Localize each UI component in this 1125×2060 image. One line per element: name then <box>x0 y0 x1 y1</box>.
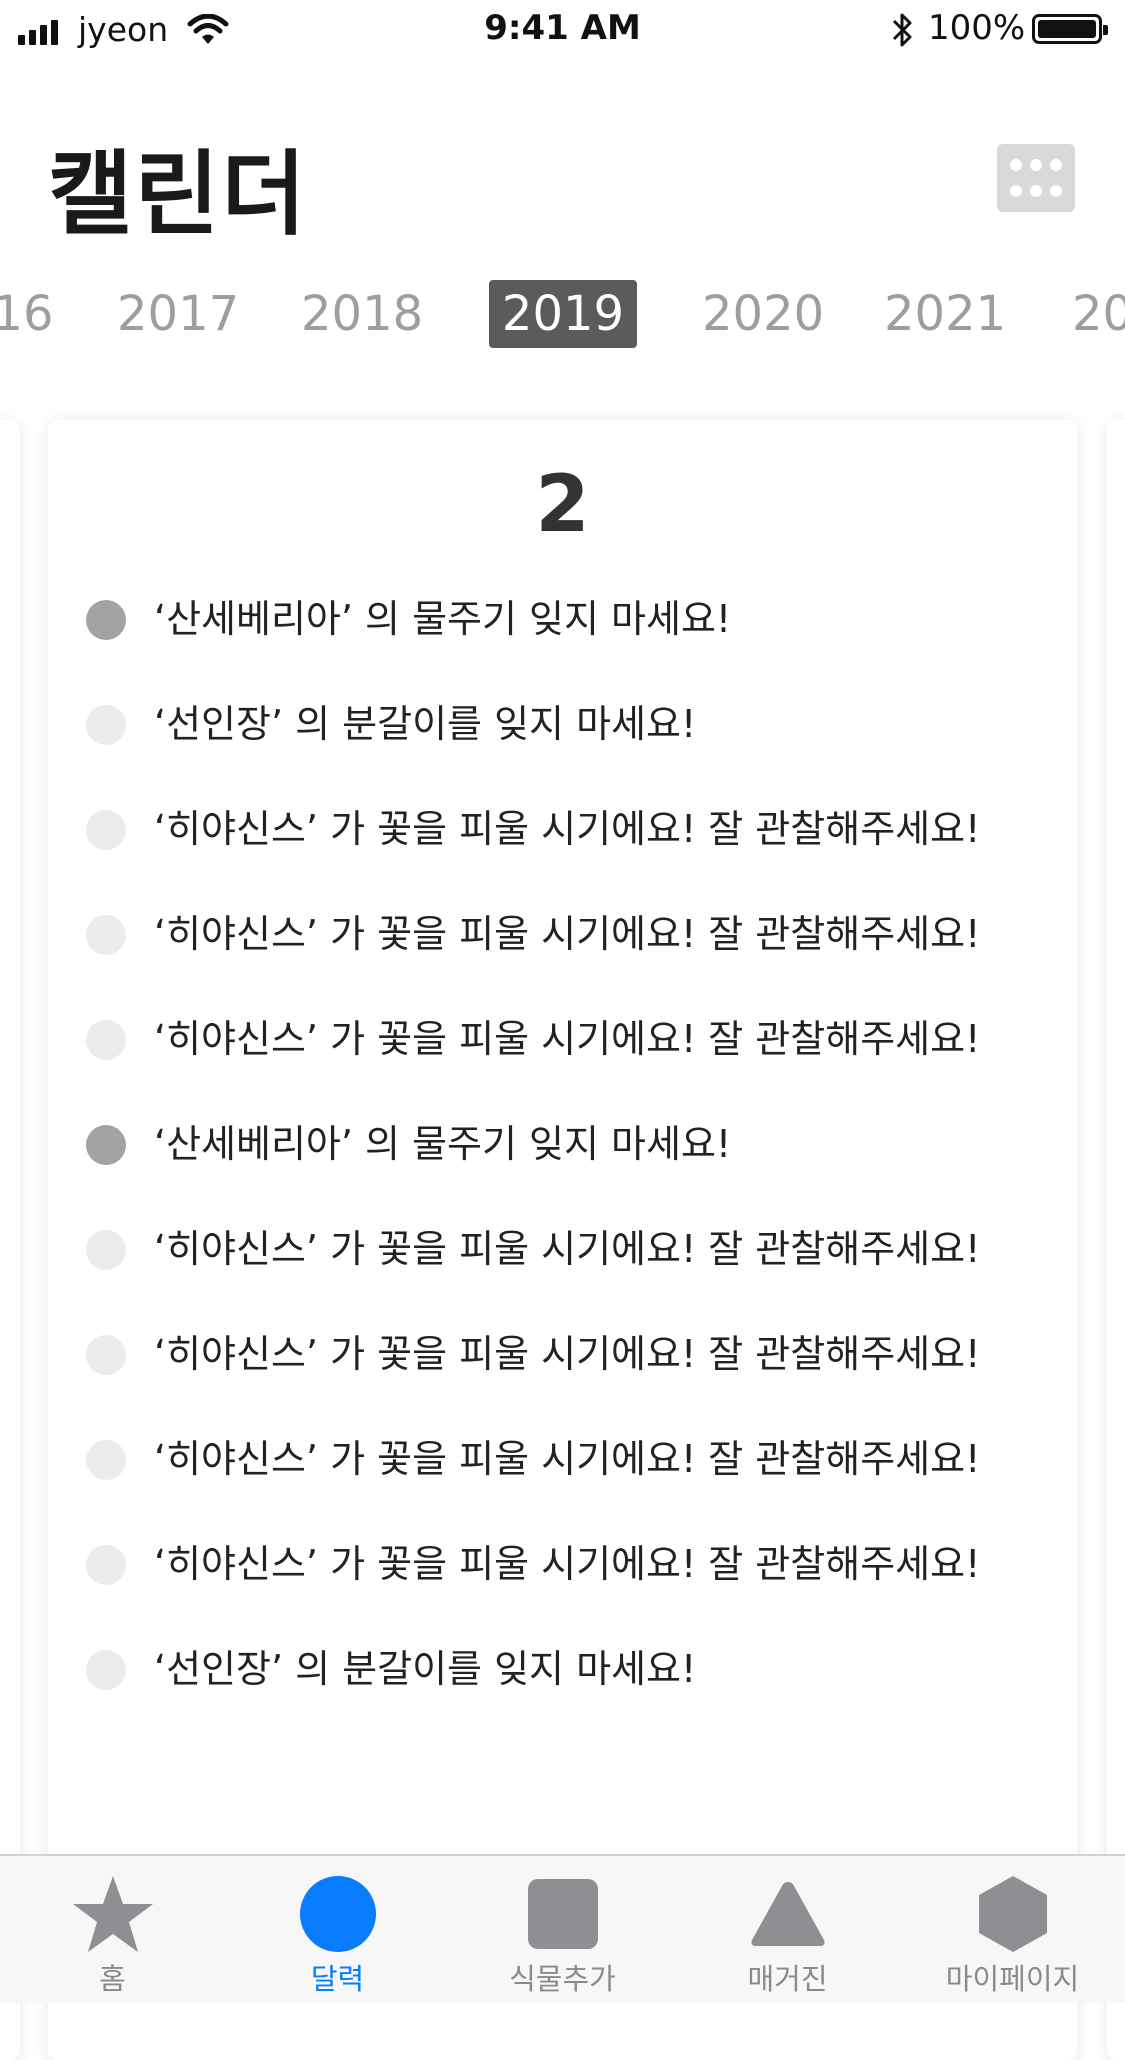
event-text: ‘선인장’ 의 분갈이를 잊지 마세요! <box>154 702 697 746</box>
triangle-icon <box>751 1882 824 1946</box>
year-item-selected[interactable]: 2019 <box>489 280 637 348</box>
event-item[interactable]: ‘히야신스’ 가 꽃을 피울 시기에요! 잘 관찰해주세요! <box>48 788 1077 893</box>
star-icon <box>72 1876 153 1952</box>
event-text: ‘히야신스’ 가 꽃을 피울 시기에요! 잘 관찰해주세요! <box>154 1227 981 1271</box>
event-status-dot <box>86 1125 126 1165</box>
event-text: ‘산세베리아’ 의 물주기 잊지 마세요! <box>154 1122 732 1166</box>
event-status-dot <box>86 1020 126 1060</box>
event-status-dot <box>86 1650 126 1690</box>
tab-label: 매거진 <box>747 1962 828 1996</box>
event-status-dot <box>86 915 126 955</box>
tab-bar: 홈 달력 식물추가 매거진 마이페이지 <box>0 1854 1125 2003</box>
battery-percent: 100% <box>928 8 1026 48</box>
event-text: ‘히야신스’ 가 꽃을 피울 시기에요! 잘 관찰해주세요! <box>154 1017 981 1061</box>
event-status-dot <box>86 1335 126 1375</box>
tab-magazine[interactable]: 매거진 <box>675 1856 900 2003</box>
event-list: ‘산세베리아’ 의 물주기 잊지 마세요! ‘선인장’ 의 분갈이를 잊지 마세요… <box>48 578 1077 1733</box>
hexagon-icon <box>978 1876 1047 1952</box>
tab-add-plant[interactable]: 식물추가 <box>450 1856 675 2003</box>
event-text: ‘산세베리아’ 의 물주기 잊지 마세요! <box>154 597 732 641</box>
event-text: ‘히야신스’ 가 꽃을 피울 시기에요! 잘 관찰해주세요! <box>154 807 981 851</box>
event-item[interactable]: ‘히야신스’ 가 꽃을 피울 시기에요! 잘 관찰해주세요! <box>48 1313 1077 1418</box>
month-card: 2 ‘산세베리아’ 의 물주기 잊지 마세요! ‘선인장’ 의 분갈이를 잊지 마… <box>48 420 1077 2060</box>
year-item[interactable]: 16 <box>0 280 58 348</box>
event-status-dot <box>86 1545 126 1585</box>
event-item[interactable]: ‘히야신스’ 가 꽃을 피울 시기에요! 잘 관찰해주세요! <box>48 1418 1077 1523</box>
year-item[interactable]: 20 <box>1072 280 1125 348</box>
event-text: ‘히야신스’ 가 꽃을 피울 시기에요! 잘 관찰해주세요! <box>154 1542 981 1586</box>
circle-icon <box>299 1876 376 1952</box>
event-text: ‘히야신스’ 가 꽃을 피울 시기에요! 잘 관찰해주세요! <box>154 1437 981 1481</box>
event-text: ‘선인장’ 의 분갈이를 잊지 마세요! <box>154 1647 697 1691</box>
tab-label: 홈 <box>99 1962 126 1996</box>
year-selector[interactable]: 16 2017 2018 2019 2020 2021 20 <box>0 280 1125 360</box>
tab-label: 식물추가 <box>509 1962 616 1996</box>
battery-icon <box>1032 14 1108 44</box>
year-item[interactable]: 2017 <box>117 280 239 348</box>
page-title: 캘린더 <box>48 141 308 248</box>
event-item[interactable]: ‘선인장’ 의 분갈이를 잊지 마세요! <box>48 683 1077 788</box>
event-status-dot <box>86 810 126 850</box>
event-text: ‘히야신스’ 가 꽃을 피울 시기에요! 잘 관찰해주세요! <box>154 912 981 956</box>
next-month-card[interactable] <box>1107 420 1125 2060</box>
grid-view-button[interactable] <box>997 144 1075 212</box>
year-item[interactable]: 2018 <box>301 280 423 348</box>
tab-my-page[interactable]: 마이페이지 <box>900 1856 1125 2003</box>
event-item[interactable]: ‘히야신스’ 가 꽃을 피울 시기에요! 잘 관찰해주세요! <box>48 1523 1077 1628</box>
tab-calendar[interactable]: 달력 <box>225 1856 450 2003</box>
prev-month-card[interactable] <box>0 420 20 2060</box>
event-status-dot <box>86 1230 126 1270</box>
event-item[interactable]: ‘산세베리아’ 의 물주기 잊지 마세요! <box>48 1103 1077 1208</box>
event-text: ‘히야신스’ 가 꽃을 피울 시기에요! 잘 관찰해주세요! <box>154 1332 981 1376</box>
event-item[interactable]: ‘히야신스’ 가 꽃을 피울 시기에요! 잘 관찰해주세요! <box>48 1208 1077 1313</box>
year-item[interactable]: 2020 <box>702 280 824 348</box>
status-bar: jyeon 9:41 AM 100% <box>0 0 1125 60</box>
event-item[interactable]: ‘히야신스’ 가 꽃을 피울 시기에요! 잘 관찰해주세요! <box>48 893 1077 998</box>
event-status-dot <box>86 705 126 745</box>
bluetooth-icon <box>892 13 912 47</box>
year-item[interactable]: 2021 <box>884 280 1006 348</box>
tab-home[interactable]: 홈 <box>0 1856 225 2003</box>
event-item[interactable]: ‘산세베리아’ 의 물주기 잊지 마세요! <box>48 578 1077 683</box>
event-status-dot <box>86 1440 126 1480</box>
square-icon <box>527 1879 598 1949</box>
event-status-dot <box>86 600 126 640</box>
month-number: 2 <box>535 460 590 550</box>
tab-label: 마이페이지 <box>945 1962 1080 1996</box>
event-item[interactable]: ‘선인장’ 의 분갈이를 잊지 마세요! <box>48 1628 1077 1733</box>
tab-label: 달력 <box>310 1962 365 1996</box>
event-item[interactable]: ‘히야신스’ 가 꽃을 피울 시기에요! 잘 관찰해주세요! <box>48 998 1077 1103</box>
